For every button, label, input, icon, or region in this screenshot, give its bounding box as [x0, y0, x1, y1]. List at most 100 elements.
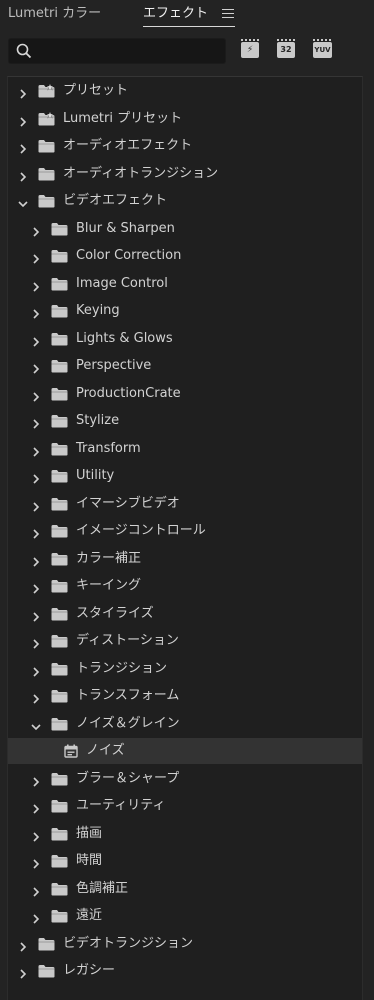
accelerated-effects-filter-icon[interactable]: ⚡ [241, 39, 259, 58]
tree-item-label: Image Control [76, 275, 168, 291]
tree-item-label: トランジション [76, 660, 168, 676]
chevron-right-icon[interactable] [30, 553, 42, 567]
tree-folder-row[interactable]: スタイライズ [8, 601, 362, 627]
folder-icon [51, 551, 68, 565]
chevron-down-icon[interactable] [17, 195, 29, 208]
tree-item-label: 描画 [76, 825, 103, 841]
chevron-right-icon[interactable] [17, 168, 29, 182]
chevron-right-icon[interactable] [30, 580, 42, 594]
folder-icon [51, 221, 68, 235]
tree-folder-row[interactable]: カラー補正 [8, 546, 362, 572]
search-box[interactable] [8, 38, 226, 64]
tree-folder-row[interactable]: ディストーション [8, 628, 362, 654]
tree-item-label: ノイズ＆グレイン [76, 715, 180, 731]
chevron-right-icon[interactable] [30, 388, 42, 402]
folder-icon [51, 248, 68, 263]
folder-icon [51, 386, 68, 400]
tree-item-label: Perspective [76, 358, 152, 373]
tree-folder-row[interactable]: イマーシブビデオ [8, 491, 362, 517]
chevron-right-icon[interactable] [30, 773, 42, 787]
tab-effects[interactable]: エフェクト [143, 5, 208, 23]
tree-item-label: 時間 [76, 853, 103, 868]
tree-item-label: プリセット [63, 83, 129, 98]
tree-folder-row[interactable]: イメージコントロール [8, 518, 362, 544]
chevron-right-icon[interactable] [30, 910, 42, 924]
chevron-right-icon[interactable] [17, 140, 29, 154]
chevron-right-icon[interactable] [30, 470, 42, 484]
folder-icon [51, 771, 68, 785]
chevron-right-icon[interactable] [30, 828, 42, 842]
chevron-right-icon[interactable] [17, 938, 29, 952]
search-input[interactable] [39, 42, 223, 62]
tree-folder-row[interactable]: Transform [8, 436, 362, 462]
tree-folder-row[interactable]: トランスフォーム [8, 683, 362, 709]
tree-folder-row[interactable]: トランジション [8, 656, 362, 682]
tree-folder-row[interactable]: キーイング [8, 573, 362, 599]
tree-folder-row[interactable]: Color Correction [8, 243, 362, 269]
tree-item-label: レガシー [63, 963, 116, 978]
chevron-right-icon[interactable] [30, 443, 42, 457]
tree-folder-row[interactable]: ノイズ＆グレイン [8, 711, 362, 737]
tree-folder-row[interactable]: ビデオトランジション [8, 931, 362, 957]
effect-item[interactable]: ノイズ [8, 738, 362, 764]
tree-folder-row[interactable]: Image Control [8, 271, 362, 297]
folder-icon [51, 688, 68, 703]
tree-folder-row[interactable]: プリセット [8, 78, 362, 104]
chevron-right-icon[interactable] [30, 333, 42, 347]
chevron-right-icon[interactable] [17, 85, 29, 99]
chevron-right-icon[interactable] [30, 415, 42, 429]
chevron-down-icon[interactable] [30, 718, 42, 730]
yuv-filter-icon[interactable]: YUV [313, 39, 332, 58]
tree-folder-row[interactable]: Perspective [8, 353, 362, 379]
tree-item-label: Lumetri プリセット [63, 110, 183, 126]
tree-item-label: ブラー＆シャープ [76, 770, 180, 786]
chevron-right-icon[interactable] [17, 965, 29, 979]
chevron-right-icon[interactable] [30, 250, 42, 264]
tree-item-label: オーディオトランジション [63, 165, 219, 181]
chevron-right-icon[interactable] [30, 855, 42, 869]
folder-icon [51, 661, 68, 675]
chevron-right-icon[interactable] [30, 498, 42, 512]
32-bit-filter-icon[interactable]: 32 [277, 39, 295, 58]
tree-folder-row[interactable]: Blur & Sharpen [8, 216, 362, 242]
tree-folder-row[interactable]: Stylize [8, 408, 362, 434]
tree-item-label: オーディオエフェクト [63, 138, 193, 153]
tree-folder-row[interactable]: Utility [8, 463, 362, 489]
tree-item-label: スタイライズ [76, 605, 154, 621]
tree-item-label: Stylize [76, 413, 120, 428]
chevron-right-icon[interactable] [30, 360, 42, 374]
tree-folder-row[interactable]: ビデオエフェクト [8, 188, 362, 214]
tree-folder-row[interactable]: Lumetri プリセット [8, 106, 362, 132]
tree-item-label: Color Correction [76, 248, 182, 263]
tree-folder-row[interactable]: オーディオエフェクト [8, 133, 362, 159]
chevron-right-icon[interactable] [30, 663, 42, 677]
panel-tabs: Lumetri カラー エフェクト [0, 0, 374, 30]
tree-folder-row[interactable]: 時間 [8, 848, 362, 874]
chevron-right-icon[interactable] [30, 223, 42, 237]
chevron-right-icon[interactable] [30, 635, 42, 649]
tree-folder-row[interactable]: 遠近 [8, 903, 362, 929]
tree-folder-row[interactable]: オーディオトランジション [8, 161, 362, 187]
tab-lumetri-color[interactable]: Lumetri カラー [8, 5, 101, 23]
panel-menu-icon[interactable] [222, 9, 234, 19]
chevron-right-icon[interactable] [30, 278, 42, 292]
tree-folder-row[interactable]: Keying [8, 298, 362, 324]
tree-item-label: ビデオエフェクト [63, 193, 168, 208]
preset-folder-icon [38, 110, 55, 125]
chevron-right-icon[interactable] [30, 800, 42, 814]
chevron-right-icon[interactable] [30, 608, 42, 622]
chevron-right-icon[interactable] [30, 525, 42, 539]
tree-folder-row[interactable]: レガシー [8, 958, 362, 984]
tree-folder-row[interactable]: 描画 [8, 821, 362, 847]
chevron-right-icon[interactable] [30, 305, 42, 319]
tree-folder-row[interactable]: ProductionCrate [8, 381, 362, 407]
folder-icon [51, 578, 68, 593]
chevron-right-icon[interactable] [30, 690, 42, 704]
chevron-right-icon[interactable] [17, 113, 29, 127]
tree-folder-row[interactable]: ユーティリティ [8, 793, 362, 819]
tree-folder-row[interactable]: 色調補正 [8, 876, 362, 902]
folder-icon [51, 496, 68, 510]
tree-folder-row[interactable]: Lights & Glows [8, 326, 362, 352]
tree-folder-row[interactable]: ブラー＆シャープ [8, 766, 362, 792]
chevron-right-icon[interactable] [30, 883, 42, 897]
